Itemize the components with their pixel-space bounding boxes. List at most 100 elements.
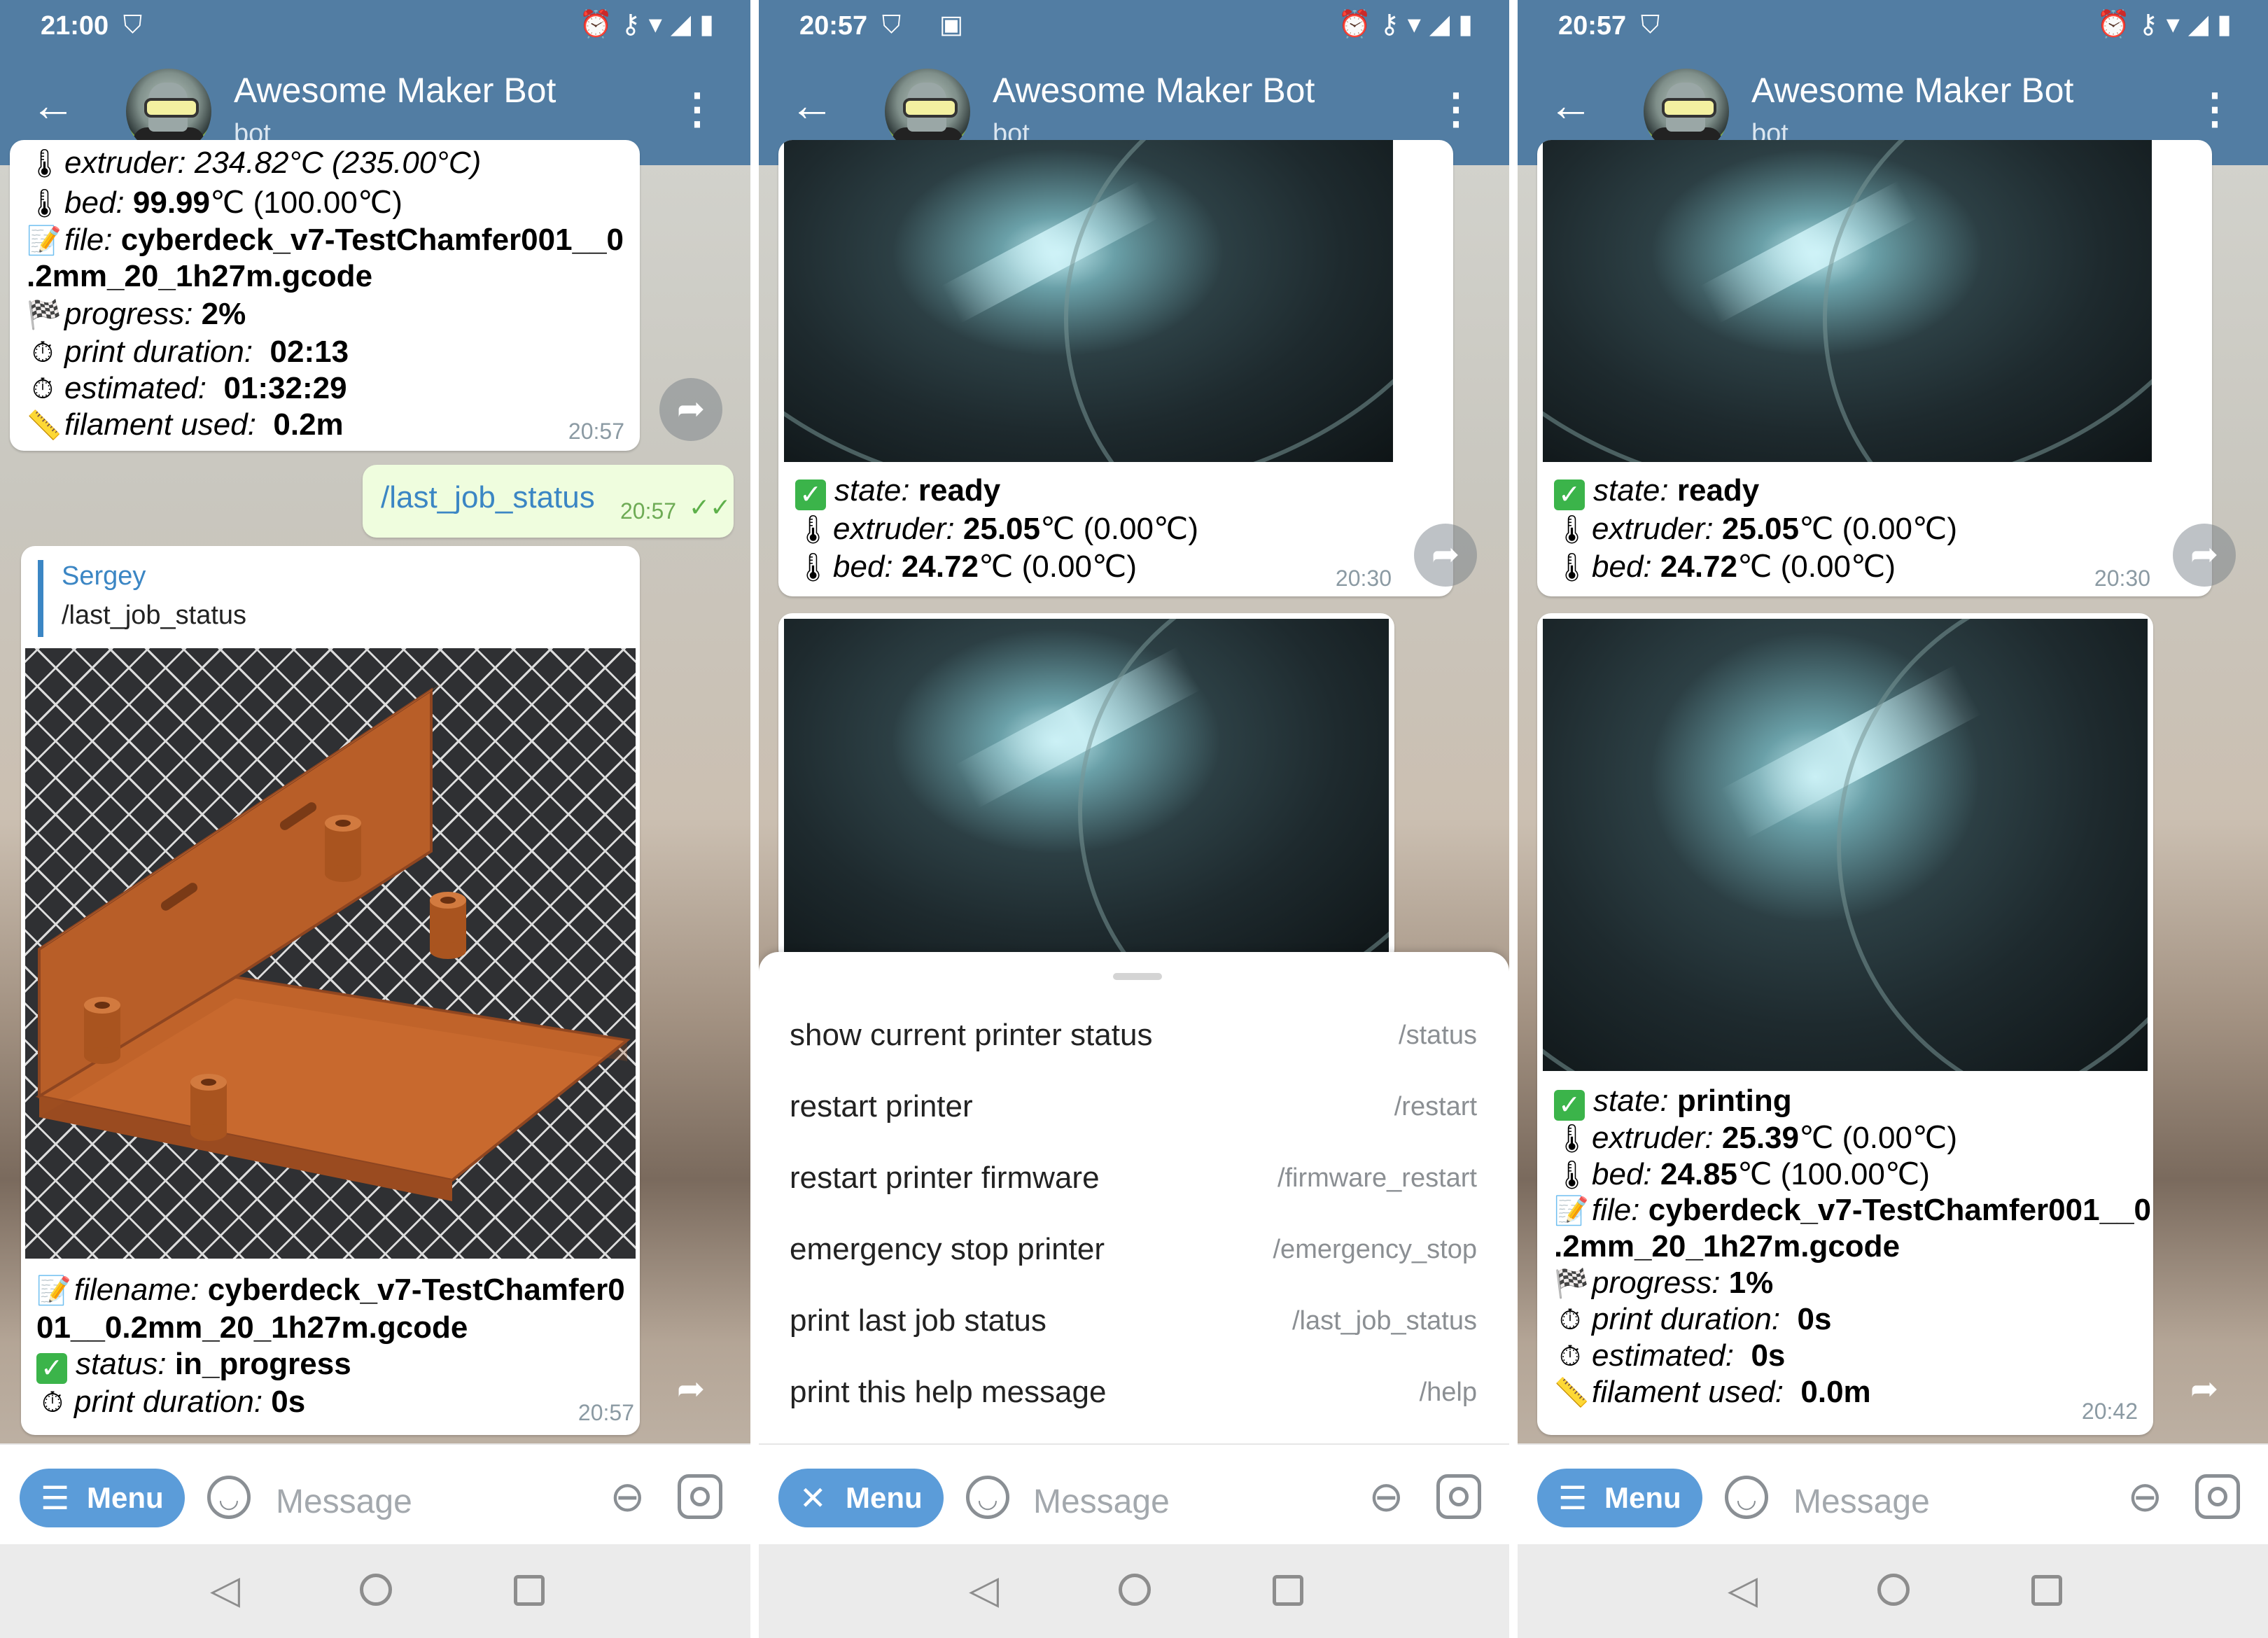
nav-recents-icon[interactable] <box>1273 1575 1303 1606</box>
filament-line: 📏filament used: 0.0m <box>1554 1375 1871 1409</box>
more-options-icon[interactable]: ⋮ <box>2194 88 2236 130</box>
model-preview-image[interactable] <box>25 648 636 1259</box>
camera-icon[interactable] <box>2195 1474 2240 1519</box>
command-item-status[interactable]: show current printer status/status <box>759 1000 1509 1071</box>
camera-icon[interactable] <box>1436 1474 1481 1519</box>
command-item-restart[interactable]: restart printer/restart <box>759 1071 1509 1142</box>
read-checkmarks-icon: ✓✓ <box>689 493 732 522</box>
model-standoff <box>430 892 466 959</box>
filename-line: 📝filename: cyberdeck_v7-TestChamfer0 <box>36 1273 625 1307</box>
clock: 20:57 <box>1558 11 1627 41</box>
nav-home-icon[interactable] <box>1877 1574 1910 1606</box>
camera-icon[interactable] <box>678 1474 722 1519</box>
checkered-flag-icon: 🏁 <box>1554 1268 1589 1299</box>
message-composer: ☰Menu ◡ ⊘ <box>0 1443 750 1546</box>
share-icon[interactable]: ➦ <box>2173 524 2236 587</box>
duration-line: ⏱ print duration: 0s <box>1554 1302 1831 1337</box>
attach-icon[interactable]: ⊘ <box>598 1467 657 1527</box>
nav-back-icon[interactable]: ◁ <box>210 1567 240 1613</box>
chat-title[interactable]: Awesome Maker Bot <box>1751 70 2073 111</box>
checkered-flag-icon: 🏁 <box>27 300 62 330</box>
reply-quoted-text[interactable]: /last_job_status <box>62 601 246 631</box>
file-line: 📝file: cyberdeck_v7-TestChamfer001__0 <box>1554 1193 2152 1227</box>
outgoing-command-link[interactable]: /last_job_status <box>381 480 595 515</box>
hamburger-icon: ☰ <box>41 1480 70 1516</box>
filament-line: 📏filament used: 0.2m <box>27 407 344 442</box>
model-render-svg <box>35 683 631 1201</box>
progress-line: 🏁progress: 1% <box>1554 1266 1774 1300</box>
bot-commands-menu: show current printer status/status resta… <box>759 952 1509 1443</box>
message-time: 20:30 <box>1335 566 1392 591</box>
message-input[interactable] <box>1032 1480 1315 1523</box>
more-options-icon[interactable]: ⋮ <box>676 88 718 130</box>
thermometer-icon: 🌡 <box>27 148 62 179</box>
system-icons: ⏰⚷▾◢▮ <box>579 10 722 39</box>
share-icon[interactable]: ➦ <box>2173 1358 2236 1421</box>
message-input[interactable] <box>1792 1480 2075 1523</box>
thermometer-icon: 🌡 <box>1554 1124 1590 1154</box>
message-input[interactable] <box>274 1480 557 1523</box>
back-arrow-icon[interactable]: ← <box>31 83 76 127</box>
chat-screen-3: 20:57 ⛉ ⏰⚷▾◢▮ ← Awesome Maker Bot bot ⋮ … <box>1518 0 2268 1638</box>
filename-line-continued: 01__0.2mm_20_1h27m.gcode <box>36 1310 468 1345</box>
printer-photo-message[interactable] <box>778 613 1394 963</box>
system-icons: ⏰⚷▾◢▮ <box>2096 10 2240 39</box>
chat-title[interactable]: Awesome Maker Bot <box>993 70 1315 111</box>
system-nav-bar: ◁ <box>759 1544 1509 1638</box>
printer-photo-message[interactable]: ✓ state: ready 🌡extruder: 25.05℃ (0.00℃) … <box>1537 140 2212 596</box>
message-time: 20:30 <box>2094 566 2150 591</box>
bed-line: 🌡bed: 24.72℃ (0.00℃) <box>795 550 1137 584</box>
nav-back-icon[interactable]: ◁ <box>969 1567 999 1613</box>
model-standoff <box>190 1074 227 1141</box>
image-notification-icon: ▣ <box>939 10 964 38</box>
command-item-emergency-stop[interactable]: emergency stop printer/emergency_stop <box>759 1214 1509 1285</box>
message-composer: ✕Menu ◡ ⊘ <box>759 1443 1509 1546</box>
back-arrow-icon[interactable]: ← <box>1548 83 1593 127</box>
state-line: ✓ state: ready <box>795 473 1000 510</box>
emoji-icon[interactable]: ◡ <box>207 1476 251 1519</box>
nav-recents-icon[interactable] <box>2031 1575 2062 1606</box>
system-icons: ⏰⚷▾◢▮ <box>1338 10 1481 39</box>
nav-back-icon[interactable]: ◁ <box>1728 1567 1758 1613</box>
reply-author[interactable]: Sergey <box>62 561 146 592</box>
share-icon[interactable]: ➦ <box>659 378 722 441</box>
stopwatch-icon: ⏱ <box>1559 1341 1581 1372</box>
printer-camera-photo[interactable] <box>1543 140 2152 462</box>
bot-menu-button[interactable]: ✕ Menu <box>778 1469 944 1527</box>
chat-screen-2: 20:57 ⛉ ▣ ⏰⚷▾◢▮ ← Awesome Maker Bot bot … <box>759 0 1509 1638</box>
nav-recents-icon[interactable] <box>514 1575 545 1606</box>
share-icon[interactable]: ➦ <box>659 1358 722 1421</box>
attach-icon[interactable]: ⊘ <box>2115 1467 2175 1527</box>
share-icon[interactable]: ➦ <box>1414 524 1477 587</box>
duration-line: ⏱ print duration: 0s <box>36 1385 305 1420</box>
chat-title[interactable]: Awesome Maker Bot <box>234 70 556 111</box>
sheet-drag-handle[interactable] <box>1113 973 1162 980</box>
command-item-help[interactable]: print this help message/help <box>759 1357 1509 1428</box>
bot-menu-button[interactable]: ☰ Menu <box>1537 1469 1702 1527</box>
status-bar: 20:57 ⛉ ⏰⚷▾◢▮ <box>1518 0 2268 53</box>
emoji-icon[interactable]: ◡ <box>1725 1476 1768 1519</box>
printer-camera-photo[interactable] <box>784 140 1393 462</box>
nav-home-icon[interactable] <box>360 1574 392 1606</box>
reply-bar <box>38 560 43 637</box>
printer-photo-message[interactable]: ✓ state: ready 🌡extruder: 25.05℃ (0.00℃) … <box>778 140 1453 596</box>
printer-camera-photo[interactable] <box>1543 619 2148 1071</box>
memo-icon: 📝 <box>1554 1196 1589 1226</box>
printer-status-message[interactable]: 🌡extruder: 234.82°C (235.00°C) 🌡bed: 99.… <box>10 140 640 451</box>
command-item-firmware-restart[interactable]: restart printer firmware/firmware_restar… <box>759 1142 1509 1214</box>
command-item-last-job-status[interactable]: print last job status/last_job_status <box>759 1285 1509 1357</box>
clock: 21:00 <box>41 11 109 41</box>
bot-menu-button[interactable]: ☰ Menu <box>20 1469 185 1527</box>
more-options-icon[interactable]: ⋮ <box>1435 88 1477 130</box>
stopwatch-icon: ⏱ <box>31 337 54 368</box>
attach-icon[interactable]: ⊘ <box>1357 1467 1416 1527</box>
printer-status-message[interactable]: ✓ state: printing 🌡extruder: 25.39℃ (0.00… <box>1537 613 2153 1435</box>
outgoing-message[interactable]: /last_job_status 20:57 ✓✓ <box>363 465 734 538</box>
shield-icon: ⛉ <box>123 10 143 38</box>
printer-camera-photo[interactable] <box>784 619 1389 963</box>
check-mark-icon: ✓ <box>1554 1090 1585 1121</box>
nav-home-icon[interactable] <box>1119 1574 1151 1606</box>
emoji-icon[interactable]: ◡ <box>966 1476 1009 1519</box>
back-arrow-icon[interactable]: ← <box>790 83 834 127</box>
clock: 20:57 <box>799 11 868 41</box>
